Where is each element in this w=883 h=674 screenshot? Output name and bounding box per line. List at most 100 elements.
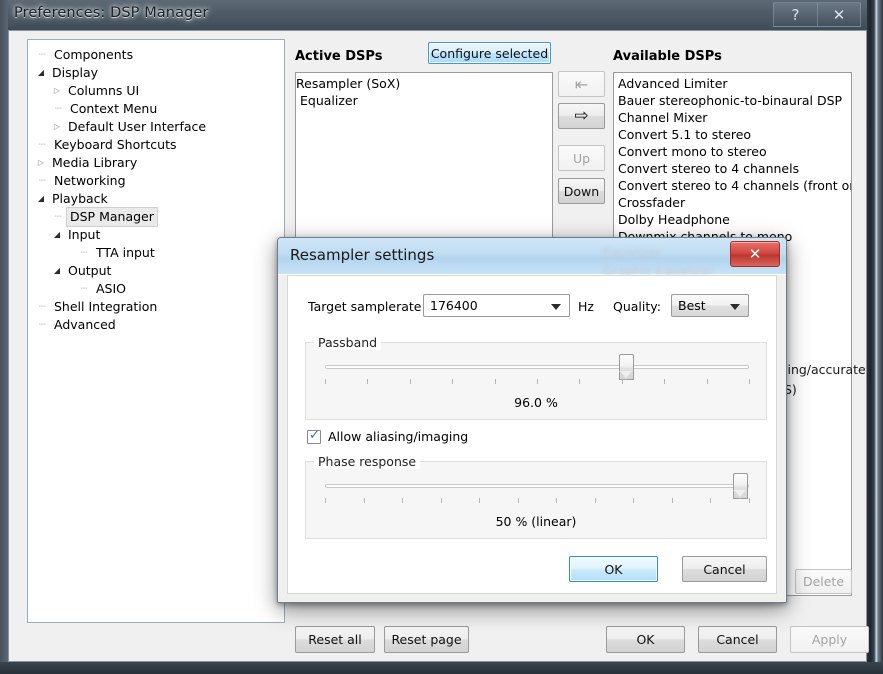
list-item[interactable]: Bauer stereophonic-to-binaural DSP <box>614 92 851 109</box>
sidebar-item-input[interactable]: ◢ Input <box>28 226 284 244</box>
allow-aliasing-row[interactable]: Allow aliasing/imaging <box>307 428 469 444</box>
sidebar-item-playback[interactable]: ◢ Playback <box>28 190 284 208</box>
list-item[interactable]: Dolby Headphone <box>614 211 851 228</box>
caption-buttons: ? ✕ <box>773 2 861 27</box>
list-item[interactable]: Resampler (SoX) <box>296 75 552 92</box>
passband-slider-track[interactable] <box>325 365 749 369</box>
delete-button[interactable]: Delete <box>795 569 852 594</box>
phase-response-group-label: Phase response <box>314 454 421 469</box>
resampler-settings-dialog: Equalizer Graphic Equalizer Resampler se… <box>277 237 787 603</box>
window-frame-right <box>867 0 883 674</box>
reset-all-button[interactable]: Reset all <box>295 626 375 653</box>
cancel-button[interactable]: Cancel <box>698 626 777 653</box>
target-samplerate-label: Target samplerate: <box>308 299 426 314</box>
tree-guide-icon: ┈ <box>38 318 46 331</box>
sidebar-item-default-user-interface[interactable]: ▷ Default User Interface <box>28 118 284 136</box>
tree-guide-icon: ┈ <box>38 48 46 61</box>
tree-guide-icon: ┈ <box>54 102 62 115</box>
sidebar-item-label: Networking <box>54 173 126 188</box>
active-dsps-list[interactable]: Resampler (SoX) Equalizer <box>295 72 553 255</box>
tree-guide-icon: ┈ <box>80 246 88 259</box>
phase-slider-thumb[interactable] <box>733 473 749 499</box>
tree-guide-icon: ┈ <box>38 138 46 151</box>
list-item-label: Resampler (SoX) <box>296 76 401 91</box>
sidebar-item-label: ASIO <box>96 281 127 296</box>
chevron-down-icon <box>551 303 561 310</box>
ghost-text-equalizer: Equalizer <box>603 245 661 260</box>
reset-page-button[interactable]: Reset page <box>384 626 469 653</box>
list-item[interactable]: Convert 5.1 to stereo <box>614 126 851 143</box>
sidebar-item-dsp-manager[interactable]: ┈ DSP Manager <box>28 207 284 227</box>
passband-slider-thumb[interactable] <box>618 354 634 380</box>
arrow-right-icon: ⇨ <box>574 106 589 126</box>
expand-arrow-closed-icon: ▷ <box>53 122 61 131</box>
tree-guide-icon: ┈ <box>38 174 46 187</box>
window-frame-bottom <box>0 662 883 674</box>
sidebar-item-label: TTA input <box>96 245 155 260</box>
sidebar-item-keyboard-shortcuts[interactable]: ┈ Keyboard Shortcuts <box>28 136 284 154</box>
list-item[interactable]: Convert mono to stereo <box>614 143 851 160</box>
expand-arrow-closed-icon: ▷ <box>37 158 45 167</box>
sidebar-item-shell-integration[interactable]: ┈ Shell Integration <box>28 298 284 316</box>
dialog-ok-button[interactable]: OK <box>569 556 658 582</box>
expand-arrow-open-icon: ◢ <box>53 266 61 275</box>
close-icon[interactable]: ✕ <box>817 2 861 27</box>
target-samplerate-combo[interactable]: 176400 <box>423 294 570 317</box>
allow-aliasing-checkbox[interactable] <box>307 428 321 444</box>
passband-group-label: Passband <box>314 335 382 350</box>
preferences-tree: ┈ Components ◢ Display ▷ Columns UI ┈ Context M… <box>28 40 284 334</box>
sidebar-item-context-menu[interactable]: ┈ Context Menu <box>28 100 284 118</box>
preferences-tree-panel[interactable]: ┈ Components ◢ Display ▷ Columns UI ┈ Context M… <box>27 39 285 623</box>
allow-aliasing-label: Allow aliasing/imaging <box>328 429 469 444</box>
sidebar-item-media-library[interactable]: ▷ Media Library <box>28 154 284 172</box>
expand-arrow-open-icon: ◢ <box>37 194 45 203</box>
dialog-close-icon[interactable]: ✕ <box>730 241 780 267</box>
move-down-button[interactable]: Down <box>558 178 605 204</box>
add-dsp-button[interactable]: ⇨ <box>558 103 605 129</box>
sidebar-item-label: Media Library <box>52 155 138 170</box>
sidebar-item-advanced[interactable]: ┈ Advanced <box>28 316 284 334</box>
dialog-cancel-button[interactable]: Cancel <box>682 556 767 582</box>
quality-value: Best <box>678 298 706 313</box>
sidebar-item-label: Shell Integration <box>54 299 158 314</box>
remove-dsp-button[interactable]: ⇤ <box>558 71 605 97</box>
sidebar-item-display[interactable]: ◢ Display <box>28 64 284 82</box>
configure-selected-button[interactable]: Configure selected <box>428 42 551 64</box>
list-item[interactable]: Channel Mixer <box>614 109 851 126</box>
phase-response-group: Phase response 50 % (linear) <box>305 454 767 539</box>
sidebar-item-label: Display <box>52 65 99 80</box>
sidebar-item-components[interactable]: ┈ Components <box>28 46 284 64</box>
move-up-button[interactable]: Up <box>558 145 605 171</box>
sidebar-item-label: Playback <box>52 191 108 206</box>
sidebar-item-label: Input <box>68 227 101 242</box>
expand-arrow-open-icon: ◢ <box>53 230 61 239</box>
sidebar-item-label: Output <box>68 263 112 278</box>
list-item[interactable]: Advanced Limiter <box>614 75 851 92</box>
sidebar-item-label: Advanced <box>54 317 116 332</box>
phase-slider-track[interactable] <box>325 484 749 488</box>
obscured-description-line-1: ling/accurate <box>784 362 866 377</box>
tree-guide-icon: ┈ <box>80 282 88 295</box>
sidebar-item-label: Keyboard Shortcuts <box>54 137 177 152</box>
list-item[interactable]: Equalizer <box>296 92 552 109</box>
quality-combo[interactable]: Best <box>671 294 749 317</box>
sidebar-item-tta-input[interactable]: ┈ TTA input <box>28 244 284 262</box>
phase-value: 50 % (linear) <box>495 514 577 529</box>
tree-guide-icon: ┈ <box>54 210 62 223</box>
sidebar-item-label: Default User Interface <box>68 119 207 134</box>
window-frame-left <box>0 0 8 674</box>
apply-button[interactable]: Apply <box>790 626 869 653</box>
list-item[interactable]: Convert stereo to 4 channels (front only… <box>614 177 851 194</box>
passband-value: 96.0 % <box>514 395 558 410</box>
sidebar-item-asio[interactable]: ┈ ASIO <box>28 280 284 298</box>
sidebar-item-columns-ui[interactable]: ▷ Columns UI <box>28 82 284 100</box>
active-dsps-header: Active DSPs <box>295 49 383 64</box>
sidebar-item-networking[interactable]: ┈ Networking <box>28 172 284 190</box>
passband-slider-ticks <box>325 379 750 385</box>
ok-button[interactable]: OK <box>606 626 685 653</box>
list-item[interactable]: Crossfader <box>614 194 851 211</box>
list-item[interactable]: Convert stereo to 4 channels <box>614 160 851 177</box>
passband-group: Passband 96.0 % <box>305 335 767 420</box>
sidebar-item-output[interactable]: ◢ Output <box>28 262 284 280</box>
help-icon[interactable]: ? <box>773 2 817 27</box>
